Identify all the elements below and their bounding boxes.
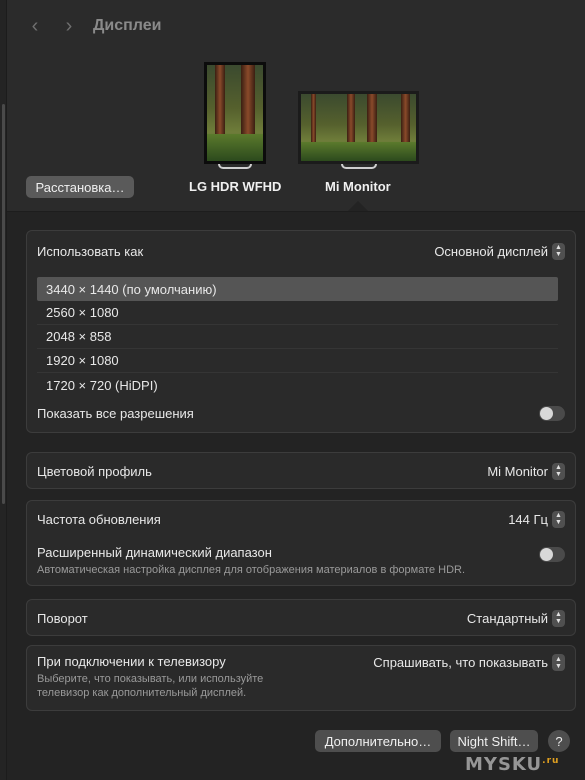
display-thumbnail-mi[interactable]: [298, 91, 419, 164]
tv-value: Спрашивать, что показывать: [373, 655, 548, 670]
window-left-edge: [0, 0, 7, 780]
wallpaper-image: [207, 65, 263, 161]
color-profile-card: Цветовой профиль Mi Monitor ▲ ▼: [26, 452, 576, 489]
display-thumbnail-lg[interactable]: [204, 62, 266, 164]
watermark-logo: MYSKU.ru: [465, 754, 559, 775]
watermark-suffix: .ru: [542, 756, 560, 766]
display-stand: [218, 164, 252, 169]
rotation-popup[interactable]: Стандартный ▲ ▼: [466, 609, 565, 627]
resolution-option[interactable]: 3440 × 1440 (по умолчанию): [37, 277, 558, 301]
rotation-label: Поворот: [37, 610, 88, 626]
chevron-updown-icon: ▲ ▼: [552, 510, 565, 528]
sidebar-scrollbar[interactable]: [2, 104, 5, 504]
use-as-label: Использовать как: [37, 243, 144, 259]
display-arrangement: Расстановка… LG HDR WFHD Mi Monitor: [7, 54, 585, 211]
rotation-card: Поворот Стандартный ▲ ▼: [26, 599, 576, 636]
refresh-rate-value: 144 Гц: [508, 511, 548, 527]
toolbar: ‹ › Дисплеи: [7, 0, 585, 54]
resolution-option[interactable]: 2560 × 1080: [37, 301, 558, 325]
refresh-hdr-card: Частота обновления 144 Гц ▲ ▼ Расширенный…: [26, 500, 576, 586]
resolution-list: 3440 × 1440 (по умолчанию) 2560 × 1080 2…: [37, 277, 558, 397]
tv-popup[interactable]: Спрашивать, что показывать ▲ ▼: [373, 654, 565, 671]
tv-description-line1: Выберите, что показывать, или используйт…: [37, 673, 264, 685]
page-title: Дисплеи: [93, 17, 162, 34]
hdr-description: Автоматическая настройка дисплея для ото…: [37, 564, 466, 576]
advanced-button[interactable]: Дополнительно…: [315, 730, 441, 752]
night-shift-button[interactable]: Night Shift…: [450, 730, 538, 752]
refresh-rate-popup[interactable]: 144 Гц ▲ ▼: [508, 510, 565, 528]
arrange-button[interactable]: Расстановка…: [26, 176, 134, 198]
chevron-updown-icon: ▲ ▼: [552, 242, 565, 260]
wallpaper-image: [301, 94, 416, 161]
settings-panel: Использовать как Основной дисплей ▲ ▼ 344…: [7, 211, 585, 780]
display-name-mi[interactable]: Mi Monitor: [325, 179, 391, 194]
chevron-updown-icon: ▲ ▼: [552, 654, 565, 671]
show-all-resolutions-label: Показать все разрешения: [37, 405, 194, 421]
chevron-updown-icon: ▲ ▼: [552, 462, 565, 480]
show-all-resolutions-toggle[interactable]: [539, 405, 565, 421]
use-as-value: Основной дисплей: [434, 243, 548, 259]
chevron-updown-icon: ▲ ▼: [552, 609, 565, 627]
use-as-popup[interactable]: Основной дисплей ▲ ▼: [434, 242, 565, 260]
display-stand: [341, 164, 377, 169]
rotation-value: Стандартный: [466, 610, 548, 626]
tv-description-line2: телевизор как дополнительный дисплей.: [37, 687, 247, 699]
display-name-lg[interactable]: LG HDR WFHD: [189, 179, 281, 194]
resolution-card: Использовать как Основной дисплей ▲ ▼ 344…: [26, 230, 576, 433]
color-profile-label: Цветовой профиль: [37, 463, 152, 479]
resolution-option[interactable]: 2048 × 858: [37, 325, 558, 349]
resolution-option[interactable]: 1920 × 1080: [37, 349, 558, 373]
resolution-option[interactable]: 1720 × 720 (HiDPI): [37, 373, 558, 397]
hdr-label: Расширенный динамический диапазон: [37, 545, 272, 560]
tv-label: При подключении к телевизору: [37, 654, 226, 669]
hdr-toggle[interactable]: [539, 547, 565, 562]
color-profile-popup[interactable]: Mi Monitor ▲ ▼: [487, 462, 565, 480]
help-icon[interactable]: ?: [548, 730, 570, 752]
selected-display-indicator: [348, 201, 368, 211]
refresh-rate-label: Частота обновления: [37, 511, 161, 527]
back-icon[interactable]: ‹: [23, 14, 47, 38]
tv-card: При подключении к телевизору Выберите, ч…: [26, 645, 576, 711]
color-profile-value: Mi Monitor: [487, 463, 548, 479]
watermark-text: MYSKU: [465, 754, 543, 775]
forward-icon[interactable]: ›: [57, 14, 81, 38]
